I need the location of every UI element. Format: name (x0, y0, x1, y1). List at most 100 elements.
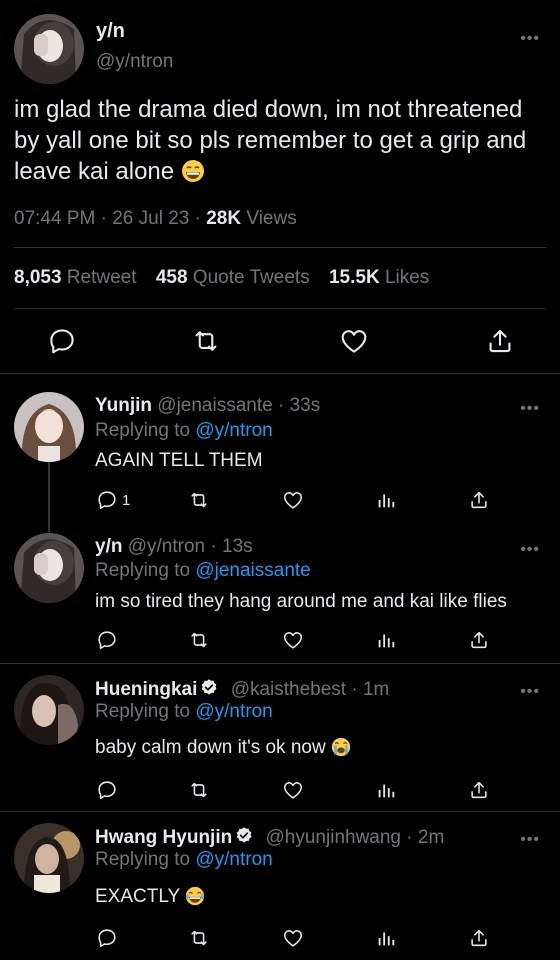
like-icon[interactable] (282, 926, 304, 950)
separator: · (194, 208, 201, 229)
more-options-icon[interactable]: ••• (520, 684, 540, 700)
more-options-icon[interactable]: ••• (520, 542, 540, 558)
like-icon[interactable] (282, 488, 304, 512)
separator: · (406, 827, 413, 848)
tweet-text: im glad the drama died down, im not thre… (14, 94, 554, 187)
share-icon[interactable] (468, 926, 490, 950)
separator: · (210, 536, 217, 557)
retweet-icon[interactable] (188, 778, 210, 802)
reply-icon[interactable] (96, 628, 118, 652)
replying-label: Replying to (95, 560, 191, 581)
divider (0, 373, 560, 374)
reply-action-bar (0, 926, 560, 950)
like-icon[interactable] (339, 326, 369, 356)
replying-to-link[interactable]: @y/ntron (195, 701, 272, 722)
reply-time[interactable]: 2m (418, 827, 444, 848)
like-icon[interactable] (282, 778, 304, 802)
reply-icon[interactable] (96, 778, 118, 802)
replying-label: Replying to (95, 420, 191, 441)
likes-stat[interactable]: 15.5K Likes (329, 267, 429, 288)
quote-stat[interactable]: 458 Quote Tweets (156, 267, 310, 288)
reply-avatar[interactable] (14, 533, 84, 603)
reply-avatar[interactable] (14, 675, 84, 745)
retweet-icon[interactable] (188, 488, 210, 512)
replying-to: Replying to @y/ntron (95, 420, 273, 442)
reply-icon[interactable] (47, 326, 77, 356)
tweet-date[interactable]: 26 Jul 23 (112, 208, 189, 229)
reply-action-bar: 1 (0, 488, 560, 512)
tweet-meta: 07:44 PM · 26 Jul 23 · 28K Views (14, 208, 297, 230)
reply-text: baby calm down it's ok now (95, 737, 351, 759)
retweet-stat[interactable]: 8,053 Retweet (14, 267, 137, 288)
retweet-icon[interactable] (188, 628, 210, 652)
separator: · (351, 679, 358, 700)
reply-time[interactable]: 33s (290, 395, 321, 416)
reply-avatar[interactable] (14, 823, 84, 893)
views-label: Views (246, 208, 297, 229)
reply-display-name[interactable]: Hueningkai (95, 679, 197, 700)
author-display-name[interactable]: y/n (96, 20, 125, 43)
replying-to-link[interactable]: @jenaissante (195, 560, 310, 581)
share-icon[interactable] (468, 778, 490, 802)
replying-to: Replying to @y/ntron (95, 849, 273, 871)
likes-count: 15.5K (328, 267, 380, 288)
reply-header: Hueningkai @kaisthebest · 1m (95, 678, 389, 701)
replying-label: Replying to (95, 701, 191, 722)
reply-avatar[interactable] (14, 392, 84, 462)
verified-badge-icon (202, 679, 217, 695)
engagement-stats: 8,053 Retweet 458 Quote Tweets 15.5K Lik… (14, 267, 429, 289)
reply-icon (98, 491, 116, 510)
reply-handle[interactable]: @jenaissante (157, 395, 272, 416)
share-icon[interactable] (468, 628, 490, 652)
views-count: 28K (206, 208, 242, 229)
views-icon[interactable] (375, 926, 397, 950)
divider (0, 811, 560, 812)
author-avatar[interactable] (14, 14, 84, 84)
reply-time[interactable]: 13s (222, 536, 253, 557)
grinning-face-icon (181, 160, 204, 182)
replying-to-link[interactable]: @y/ntron (195, 420, 272, 441)
more-options-icon[interactable]: ••• (520, 401, 540, 417)
reply-body: baby calm down it's ok now (95, 737, 326, 758)
tweet-action-bar (0, 326, 560, 358)
reply-button[interactable]: 1 (96, 488, 130, 512)
tweet-body: im glad the drama died down, im not thre… (14, 96, 527, 185)
retweets-count: 8,053 (14, 267, 62, 288)
separator: · (100, 208, 107, 229)
author-handle[interactable]: @y/ntron (96, 51, 173, 73)
tweet-time[interactable]: 07:44 PM (14, 208, 95, 229)
reply-body: EXACTLY (95, 886, 180, 907)
reply-count: 1 (122, 491, 131, 509)
reply-time[interactable]: 1m (363, 679, 389, 700)
reply-action-bar (0, 628, 560, 652)
views-icon[interactable] (375, 628, 397, 652)
reply-icon[interactable] (96, 926, 118, 950)
views-icon[interactable] (375, 778, 397, 802)
share-icon[interactable] (485, 326, 515, 356)
reply-header: Hwang Hyunjin @hyunjinhwang · 2m (95, 826, 444, 849)
reply-text: EXACTLY (95, 886, 205, 908)
likes-label: Likes (384, 267, 430, 288)
reply-action-bar (0, 778, 560, 802)
share-icon[interactable] (468, 488, 490, 512)
replying-to-link[interactable]: @y/ntron (195, 849, 272, 870)
replying-label: Replying to (95, 849, 191, 870)
replying-to: Replying to @jenaissante (95, 560, 311, 582)
reply-handle[interactable]: @hyunjinhwang (266, 827, 402, 848)
reply-handle[interactable]: @y/ntron (128, 536, 205, 557)
replying-to: Replying to @y/ntron (95, 701, 273, 723)
reply-display-name[interactable]: y/n (95, 536, 122, 557)
like-icon[interactable] (282, 628, 304, 652)
verified-badge-icon (236, 827, 252, 843)
more-options-icon[interactable]: ••• (520, 832, 540, 848)
retweet-icon[interactable] (191, 326, 221, 356)
more-options-icon[interactable]: ••• (520, 31, 540, 47)
views-icon[interactable] (375, 488, 397, 512)
reply-handle[interactable]: @kaisthebest (231, 679, 346, 700)
reply-header: Yunjin @jenaissante · 33s (95, 395, 320, 417)
divider (14, 247, 546, 248)
loudly-crying-face-icon (331, 737, 351, 757)
retweet-icon[interactable] (188, 926, 210, 950)
reply-display-name[interactable]: Yunjin (95, 395, 152, 416)
reply-display-name[interactable]: Hwang Hyunjin (95, 827, 232, 848)
